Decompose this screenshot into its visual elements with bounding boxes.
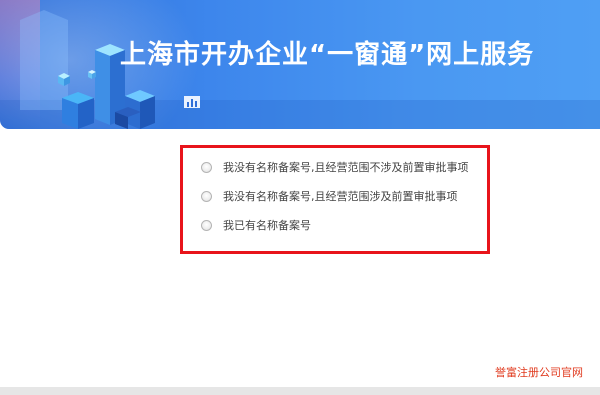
option-label: 我已有名称备案号 — [223, 219, 311, 232]
option-no-record-with-approval[interactable]: 我没有名称备案号,且经营范围涉及前置审批事项 — [201, 188, 458, 204]
radio-button[interactable] — [201, 161, 212, 173]
header-banner: 上海市开办企业“一窗通”网上服务 — [0, 0, 600, 129]
page-title: 上海市开办企业“一窗通”网上服务 — [120, 40, 535, 70]
option-no-record-no-approval[interactable]: 我没有名称备案号,且经营范围不涉及前置审批事项 — [201, 159, 469, 175]
radio-button[interactable] — [201, 219, 212, 231]
bar-chart-icon — [184, 96, 200, 108]
option-has-record[interactable]: 我已有名称备案号 — [201, 217, 311, 233]
option-label: 我没有名称备案号,且经营范围涉及前置审批事项 — [223, 190, 458, 203]
watermark-text: 誉富注册公司官网 — [495, 366, 583, 379]
option-label: 我没有名称备案号,且经营范围不涉及前置审批事项 — [223, 161, 469, 174]
radio-button[interactable] — [201, 190, 212, 202]
bottom-scrollbar-track — [0, 387, 600, 395]
registration-options-group: 我没有名称备案号,且经营范围不涉及前置审批事项 我没有名称备案号,且经营范围涉及… — [180, 145, 490, 254]
